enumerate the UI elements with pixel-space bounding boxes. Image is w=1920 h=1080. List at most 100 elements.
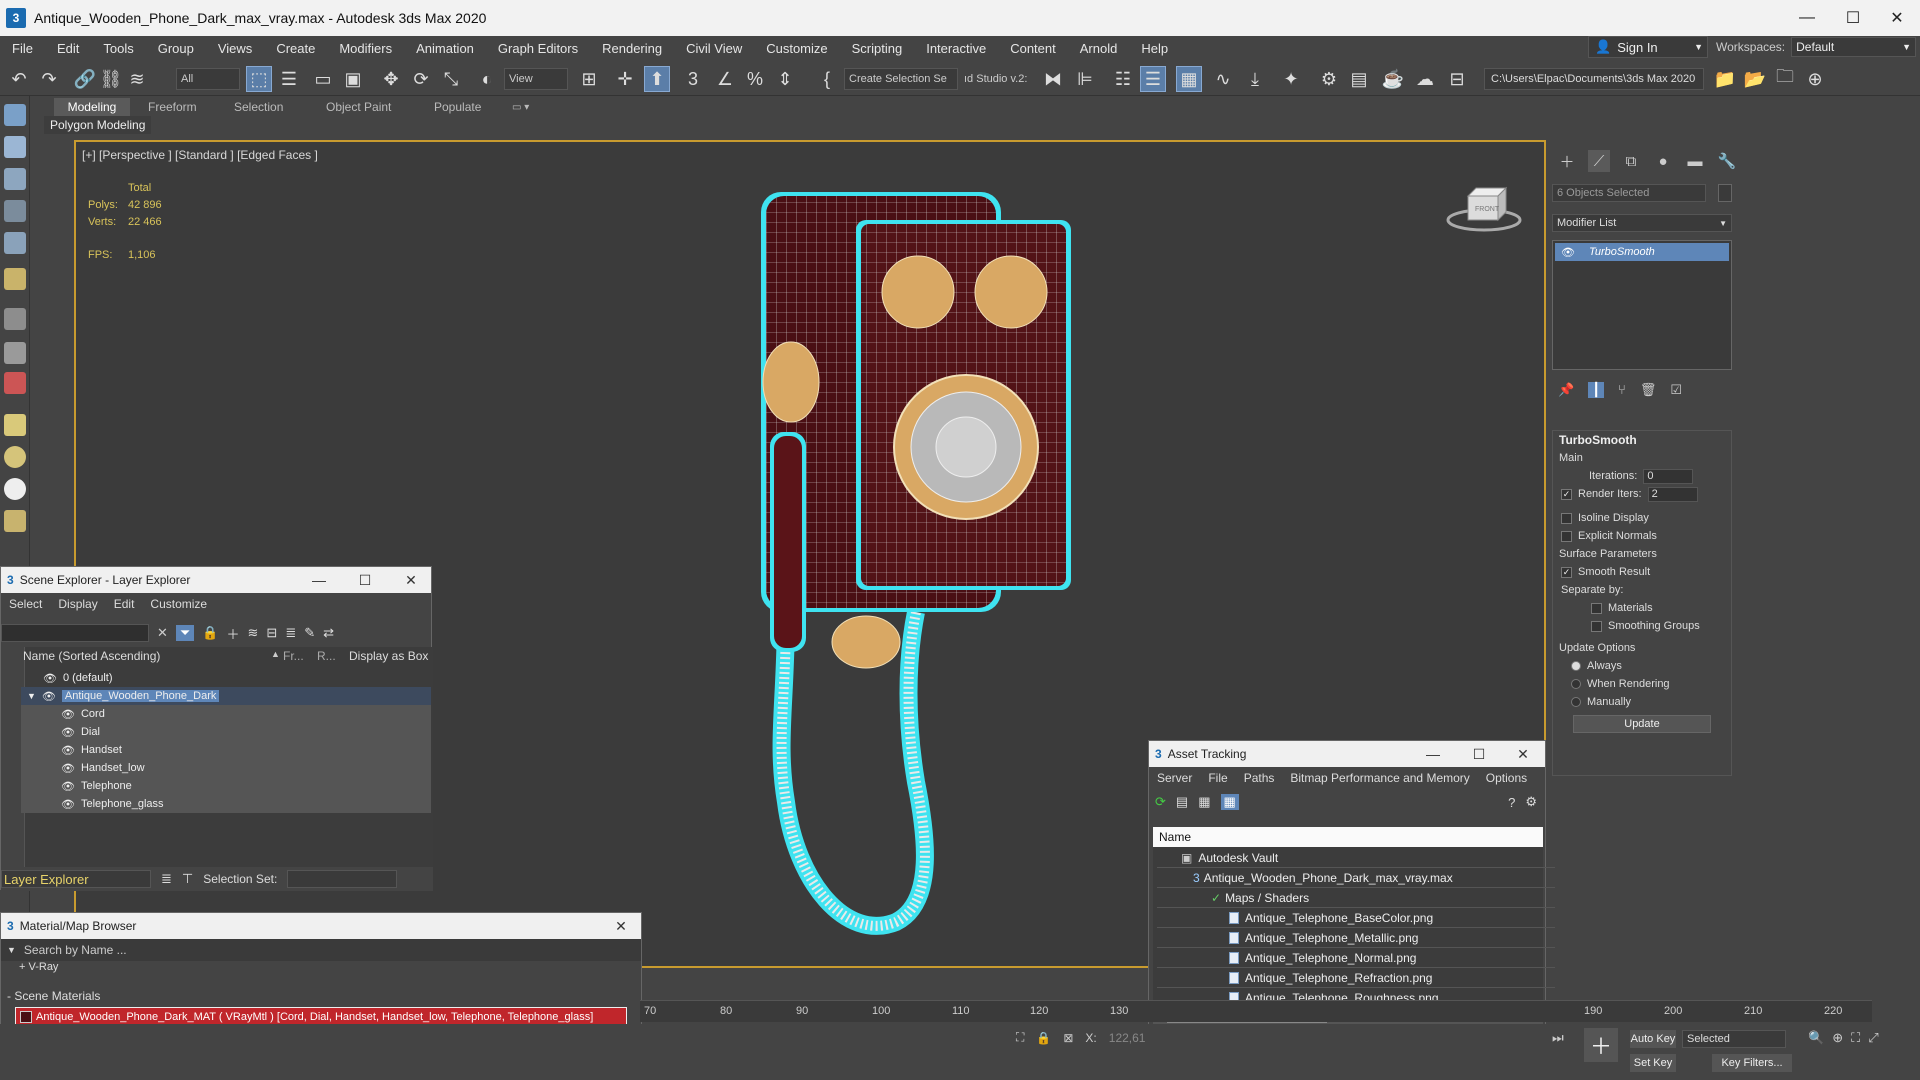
object-row[interactable]: 👁 Cord bbox=[21, 705, 431, 723]
vray-dome-icon[interactable] bbox=[4, 446, 26, 468]
update-button[interactable]: Update bbox=[1573, 715, 1711, 733]
modifier-list-dropdown[interactable]: Modifier List ▼ bbox=[1552, 214, 1732, 232]
eye-icon[interactable]: 👁 bbox=[61, 744, 75, 757]
settings-icon[interactable]: ⚙ bbox=[1525, 794, 1537, 810]
bind-space-warp-icon[interactable]: ≋ bbox=[124, 66, 150, 92]
eye-icon[interactable]: 👁 bbox=[61, 762, 75, 775]
pivot-center-icon[interactable]: ⊞ bbox=[576, 66, 602, 92]
always-radio[interactable] bbox=[1571, 661, 1581, 671]
placement-icon[interactable]: ◐ bbox=[474, 66, 500, 92]
render-iters-checkbox[interactable]: ✓ bbox=[1561, 488, 1572, 500]
when-rendering-radio[interactable] bbox=[1571, 679, 1581, 689]
turbosmooth-rollout-title[interactable]: TurboSmooth bbox=[1553, 431, 1731, 449]
zoom-icon[interactable]: 🔍 bbox=[1808, 1030, 1824, 1046]
asset-tracking-titlebar[interactable]: 3 Asset Tracking — ☐ ✕ bbox=[1149, 741, 1545, 767]
motion-icon[interactable] bbox=[4, 200, 26, 222]
menu-tools[interactable]: Tools bbox=[91, 41, 145, 56]
absolute-mode-icon[interactable]: ⊠ bbox=[1063, 1031, 1073, 1045]
column-render[interactable]: R... bbox=[317, 649, 336, 663]
vray-frame-icon[interactable] bbox=[4, 414, 26, 436]
maximize-button[interactable]: ☐ bbox=[345, 567, 385, 593]
display-tab-icon[interactable]: ▬ bbox=[1684, 150, 1706, 172]
render-iters-spinner[interactable]: 2 bbox=[1647, 486, 1698, 502]
expand-arrow-icon[interactable]: ▼ bbox=[27, 691, 36, 701]
table-view-icon[interactable]: ▦ bbox=[1220, 794, 1239, 810]
rectangle-selection-icon[interactable]: ▭ bbox=[310, 66, 336, 92]
scene-explorer-icon[interactable]: ☷ bbox=[1110, 66, 1136, 92]
tab-populate[interactable]: Populate bbox=[428, 98, 487, 116]
lock-icon[interactable]: 🔒 bbox=[1036, 1031, 1051, 1045]
remove-modifier-icon[interactable]: 🗑 bbox=[1640, 382, 1657, 398]
eye-icon[interactable]: 👁 bbox=[1561, 246, 1575, 259]
named-selection-set-dropdown[interactable]: Create Selection Se bbox=[844, 68, 958, 90]
unlink-icon[interactable]: ⛓ bbox=[98, 66, 124, 92]
key-filters-button[interactable]: Key Filters... bbox=[1712, 1054, 1792, 1072]
close-button[interactable]: ✕ bbox=[1503, 741, 1543, 767]
thumbnail-view-icon[interactable]: ▦ bbox=[1198, 794, 1210, 810]
undo-icon[interactable]: ↶ bbox=[6, 66, 32, 92]
sync-icon[interactable]: ⇄ bbox=[323, 625, 334, 641]
help-icon[interactable]: ? bbox=[1508, 795, 1515, 810]
snaps-toggle-icon[interactable]: 3 bbox=[680, 66, 706, 92]
menu-content[interactable]: Content bbox=[998, 41, 1068, 56]
menu-edit[interactable]: Edit bbox=[106, 597, 143, 611]
smooth-result-checkbox[interactable]: ✓ bbox=[1561, 566, 1572, 578]
rotate-icon[interactable]: ⟳ bbox=[408, 66, 434, 92]
object-row[interactable]: 👁 Handset_low bbox=[21, 759, 431, 777]
eye-icon[interactable]: 👁 bbox=[43, 672, 57, 685]
asset-row[interactable]: Antique_Telephone_Metallic.png bbox=[1157, 929, 1555, 948]
edit-named-selection-icon[interactable]: { bbox=[814, 66, 840, 92]
close-button[interactable]: ✕ bbox=[391, 567, 431, 593]
object-row[interactable]: 👁 Telephone_glass bbox=[21, 795, 431, 813]
rendered-frame-window-icon[interactable]: ▤ bbox=[1346, 66, 1372, 92]
add-to-layer-icon[interactable]: ≋ bbox=[248, 625, 259, 641]
spinner-snap-icon[interactable]: ⇕ bbox=[772, 66, 798, 92]
zoom-extents-icon[interactable]: ⛶ bbox=[1851, 1030, 1860, 1046]
move-icon[interactable]: ✥ bbox=[378, 66, 404, 92]
set-keys-icon[interactable]: ＋ bbox=[1584, 1028, 1618, 1062]
search-options-icon[interactable]: ▼ bbox=[7, 945, 16, 955]
menu-views[interactable]: Views bbox=[206, 41, 264, 56]
manipulate-icon[interactable]: ✛ bbox=[612, 66, 638, 92]
layer-stack-icon[interactable]: ≣ bbox=[285, 625, 296, 641]
project-set-icon[interactable]: 📂 bbox=[1742, 66, 1768, 92]
maximize-button[interactable]: ☐ bbox=[1459, 741, 1499, 767]
menu-server[interactable]: Server bbox=[1149, 771, 1200, 785]
tab-selection[interactable]: Selection bbox=[228, 98, 289, 116]
utilities-tab-icon[interactable]: 🔧 bbox=[1716, 150, 1738, 172]
menu-modifiers[interactable]: Modifiers bbox=[327, 41, 404, 56]
toggle-ribbon-icon[interactable]: ▦ bbox=[1176, 66, 1202, 92]
column-freeze[interactable]: Fr... bbox=[283, 649, 304, 663]
vray-sphere-icon[interactable] bbox=[4, 478, 26, 500]
open-project-icon[interactable]: 📁 bbox=[1712, 66, 1738, 92]
menu-file[interactable]: File bbox=[0, 41, 45, 56]
explicit-normals-checkbox[interactable] bbox=[1561, 530, 1572, 542]
tab-freeform[interactable]: Freeform bbox=[142, 98, 203, 116]
viewport-label[interactable]: [+] [Perspective ] [Standard ] [Edged Fa… bbox=[82, 148, 318, 162]
key-mode-dropdown[interactable]: Selected bbox=[1682, 1030, 1786, 1048]
modify-tab-icon[interactable]: ⟋ bbox=[1588, 150, 1610, 172]
smoothing-groups-checkbox[interactable] bbox=[1591, 620, 1602, 632]
tab-object-paint[interactable]: Object Paint bbox=[320, 98, 397, 116]
menu-options[interactable]: Options bbox=[1478, 771, 1535, 785]
viewcube[interactable]: FRONT bbox=[1444, 180, 1524, 236]
material-editor-icon[interactable]: ✦ bbox=[1278, 66, 1304, 92]
angle-snap-icon[interactable]: ∠ bbox=[712, 66, 738, 92]
auto-key-button[interactable]: Auto Key bbox=[1630, 1030, 1676, 1048]
render-in-cloud-icon[interactable]: ☁ bbox=[1412, 66, 1438, 92]
clear-find-icon[interactable]: ✕ bbox=[157, 625, 168, 641]
vray-fur-icon[interactable] bbox=[4, 510, 26, 532]
show-end-result-icon[interactable]: ┃ bbox=[1588, 382, 1605, 398]
hierarchy-icon[interactable] bbox=[4, 168, 26, 190]
create-panel-icon[interactable] bbox=[4, 104, 26, 126]
menu-paths[interactable]: Paths bbox=[1236, 771, 1283, 785]
search-input[interactable]: Search by Name ... bbox=[24, 943, 127, 957]
telephone-model[interactable] bbox=[756, 182, 1086, 962]
helper-icon[interactable] bbox=[4, 308, 26, 330]
set-key-button[interactable]: Set Key bbox=[1630, 1054, 1676, 1072]
percent-snap-icon[interactable]: % bbox=[742, 66, 768, 92]
selection-filter-dropdown[interactable]: All bbox=[176, 68, 240, 90]
isoline-checkbox[interactable] bbox=[1561, 512, 1572, 524]
layer-row[interactable]: 👁 0 (default) bbox=[21, 669, 431, 687]
minimize-button[interactable]: — bbox=[299, 567, 339, 593]
